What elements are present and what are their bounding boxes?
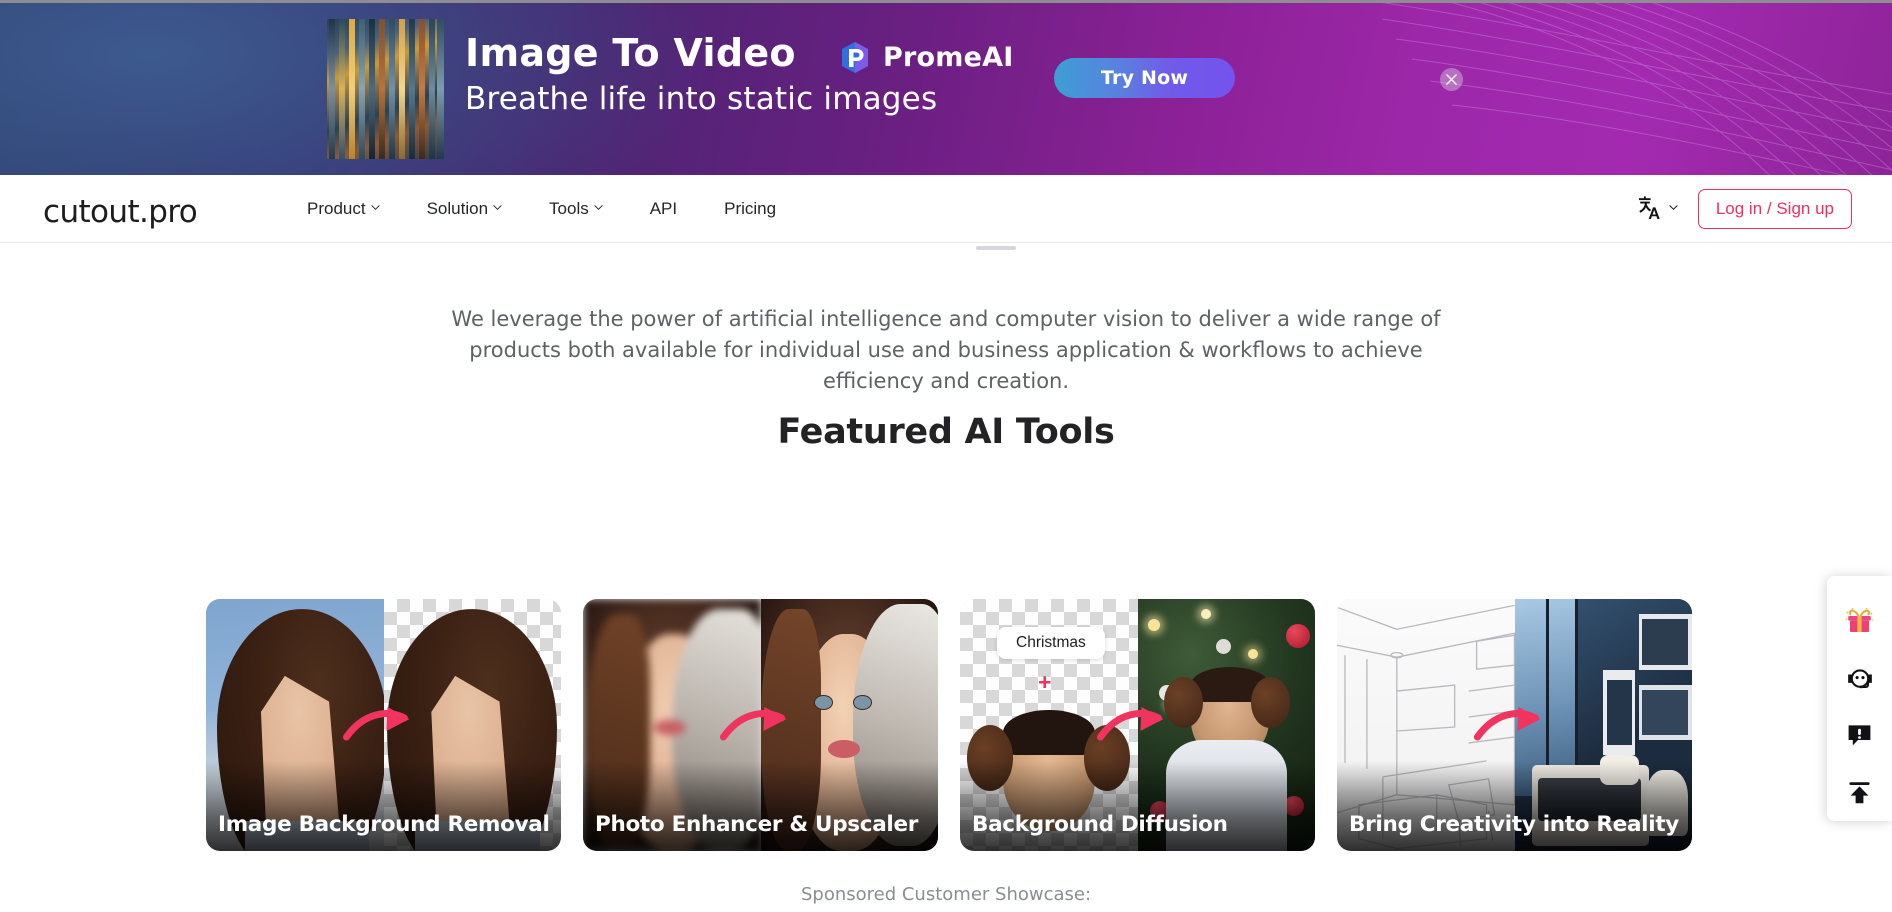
support-face-glyph [1847,668,1872,688]
transform-arrow-icon [719,707,786,741]
card-label: Photo Enhancer & Upscaler [583,761,938,851]
page-title: Featured AI Tools [777,412,1115,452]
language-selector[interactable] [1636,196,1678,222]
nav-item-tools-label: Tools [549,199,589,218]
tool-card-bring-creativity-into-reality[interactable]: Bring Creativity into Reality [1337,599,1692,851]
translate-icon [1638,196,1660,219]
sponsored-showcase-label: Sponsored Customer Showcase: [800,884,1092,905]
tool-card-image-background-removal[interactable]: Image Background Removal [206,599,561,851]
promeai-logo-icon [842,41,868,73]
back-to-top-icon[interactable] [1827,764,1892,821]
plus-icon: + [1038,669,1052,695]
customer-service-icon[interactable] [1827,650,1892,707]
promeai-brand-label: PromeAI [883,41,1014,73]
scroll-to-top-glyph [1849,782,1870,804]
nav-item-solution[interactable]: Solution [427,175,524,243]
gift-icon[interactable] [1827,593,1892,650]
chevron-down-icon [1669,204,1678,210]
nav-item-product-label: Product [307,199,366,218]
promeai-brand[interactable]: PromeAI [840,37,1013,77]
cutoff-element [976,246,1016,250]
nav-item-api-label: API [649,199,678,218]
banner-headline: Image To Video [465,31,796,75]
tool-card-photo-enhancer-upscaler[interactable]: Photo Enhancer & Upscaler [583,599,938,851]
card-label: Bring Creativity into Reality [1337,761,1692,851]
transform-arrow-icon [342,707,409,741]
nav-item-product[interactable]: Product [307,175,402,243]
chevron-down-icon [370,204,380,210]
login-signup-button[interactable]: Log in / Sign up [1697,189,1852,229]
nav-right-group: Log in / Sign up [1636,175,1852,243]
nav-item-api[interactable]: API [650,175,699,243]
banner-thumbnail-image [327,19,444,159]
transform-arrow-icon [1473,707,1540,741]
page-content: We leverage the power of artificial inte… [0,244,1892,912]
card-label: Background Diffusion [960,761,1315,851]
chevron-down-icon [493,204,502,210]
tool-card-background-diffusion[interactable]: Christmas + Background Diffusion [960,599,1315,851]
transform-arrow-icon [1096,707,1163,741]
gift-box-glyph [1845,607,1874,632]
nav-item-pricing[interactable]: Pricing [724,175,798,243]
close-x-glyph [1446,74,1457,85]
christmas-chip: Christmas [997,627,1105,659]
promotional-banner: Image To Video Breathe life into static … [0,3,1892,175]
chevron-down-icon [594,204,603,210]
card-label: Image Background Removal [206,761,561,851]
intro-paragraph: We leverage the power of artificial inte… [451,307,1441,393]
nav-links-group: Product Solution Tools API Pricing [307,175,798,243]
featured-tools-grid: Image Background Removal Photo Enhancer … [206,599,1692,851]
site-logo[interactable]: cutout.pro [43,194,198,230]
nav-item-solution-label: Solution [426,199,489,218]
nav-item-tools[interactable]: Tools [549,175,625,243]
feedback-bubble-glyph [1848,725,1871,746]
main-navigation: cutout.pro Product Solution Tools API Pr… [0,175,1892,243]
banner-subheadline: Breathe life into static images [465,81,938,117]
floating-side-widget [1827,576,1892,821]
nav-item-pricing-label: Pricing [724,199,777,218]
try-now-button[interactable]: Try Now [1054,58,1235,98]
close-icon[interactable] [1440,68,1463,91]
feedback-icon[interactable] [1827,707,1892,764]
